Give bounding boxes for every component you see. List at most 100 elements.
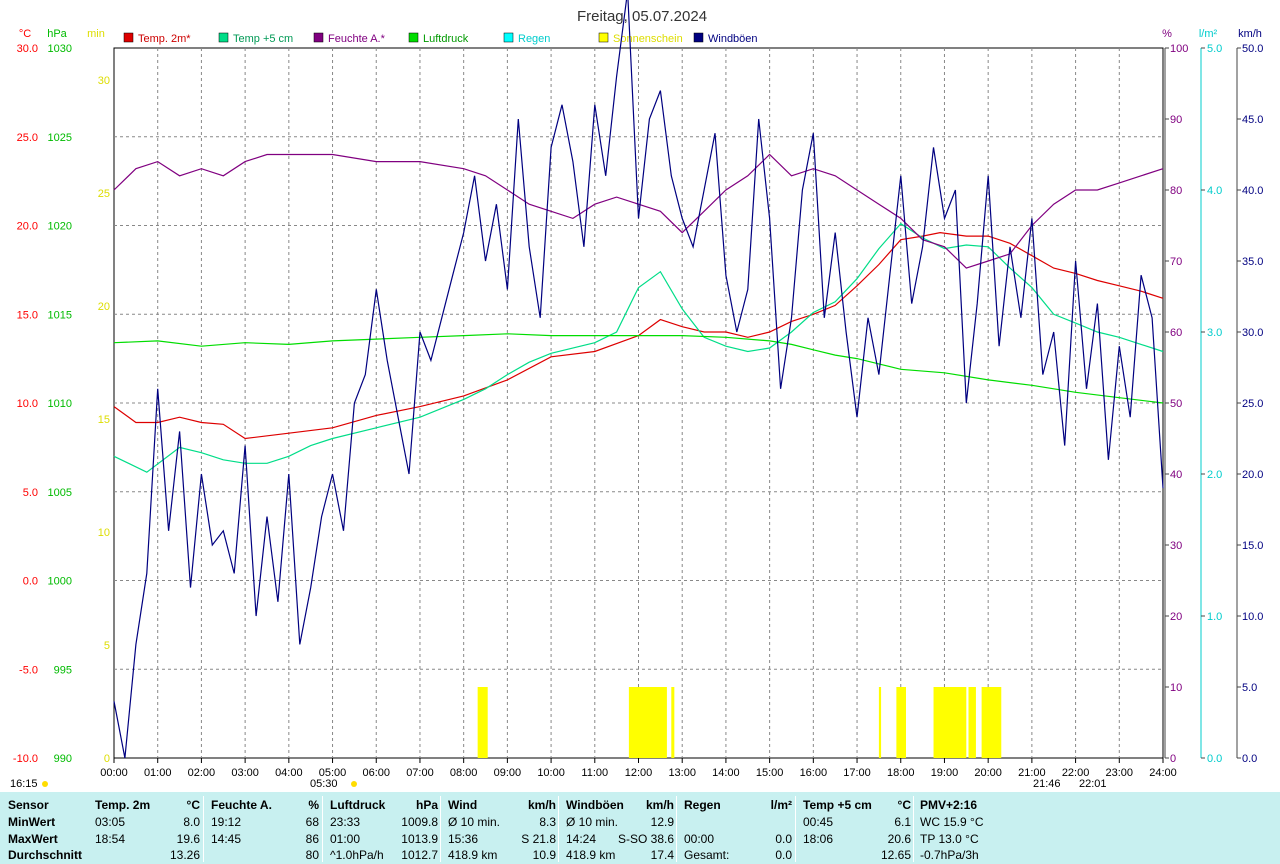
tick-label-pressure: 1010 — [48, 398, 72, 410]
avg-value: 13.26 — [169, 848, 200, 862]
x-tick-label: 12:00 — [625, 767, 653, 779]
tick-label-rain: 3.0 — [1207, 327, 1222, 339]
tick-label-temp: 5.0 — [23, 487, 38, 499]
sun-icon — [351, 781, 357, 787]
tick-label-temp: 25.0 — [17, 132, 38, 144]
tick-label-humidity: 90 — [1170, 114, 1182, 126]
max-value: 86 — [305, 832, 319, 846]
tick-label-temp: 20.0 — [17, 221, 38, 233]
tick-label-rain: 4.0 — [1207, 185, 1222, 197]
legend-label: Sonnenschein — [613, 33, 683, 45]
sunshine-bar — [671, 687, 675, 758]
x-tick-label: 02:00 — [188, 767, 216, 779]
min-value: 1009.8 — [401, 815, 438, 829]
x-tick-label: 10:00 — [537, 767, 565, 779]
x-tick-label: 20:00 — [974, 767, 1002, 779]
tick-label-humidity: 80 — [1170, 185, 1182, 197]
x-tick-label: 00:00 — [100, 767, 128, 779]
tick-label-humidity: 40 — [1170, 469, 1182, 481]
moon-time-label: 05:30 — [310, 778, 338, 790]
sunshine-bar — [896, 687, 906, 758]
tick-label-wind: 5.0 — [1242, 682, 1257, 694]
avg-value: 1012.7 — [401, 848, 438, 862]
sunshine-bar — [878, 687, 882, 758]
tick-label-humidity: 60 — [1170, 327, 1182, 339]
x-tick-label: 03:00 — [231, 767, 259, 779]
column-separator — [676, 796, 677, 862]
weather-chart: Freitag, 05.07.2024 Temp. 2m* Temp +5 cm F… — [0, 0, 1280, 792]
x-tick-label: 18:00 — [887, 767, 915, 779]
legend-label: Temp +5 cm — [233, 33, 293, 45]
legend-swatch — [313, 32, 324, 43]
min-value: 6.1 — [894, 815, 911, 829]
sunshine-bar — [968, 687, 976, 758]
x-tick-label: 08:00 — [450, 767, 478, 779]
legend-swatch — [503, 32, 514, 43]
avg-label: -0.7hPa/3h — [920, 848, 979, 862]
tick-label-wind: 20.0 — [1242, 469, 1263, 481]
x-tick-label: 06:00 — [362, 767, 390, 779]
tick-label-sun_min: 0 — [104, 753, 110, 765]
tick-label-wind: 25.0 — [1242, 398, 1263, 410]
tick-label-rain: 0.0 — [1207, 753, 1222, 765]
max-value: 19.6 — [176, 832, 200, 846]
x-tick-label: 09:00 — [494, 767, 522, 779]
row-label: MaxWert — [8, 832, 58, 846]
tick-label-temp: -10.0 — [13, 753, 38, 765]
sunshine-bar — [628, 687, 667, 758]
sunset-time-label: 22:01 — [1079, 778, 1107, 790]
tick-label-temp: 15.0 — [17, 309, 38, 321]
max-label: TP 13.0 °C — [920, 832, 979, 846]
legend-swatch — [218, 32, 229, 43]
column-separator — [440, 796, 441, 862]
tick-label-pressure: 1020 — [48, 221, 72, 233]
tick-label-humidity: 100 — [1170, 43, 1188, 55]
legend-swatch — [123, 32, 134, 43]
max-value: 20.6 — [887, 832, 911, 846]
tick-label-wind: 35.0 — [1242, 256, 1263, 268]
tick-label-temp: 10.0 — [17, 398, 38, 410]
column-separator — [322, 796, 323, 862]
tick-label-humidity: 50 — [1170, 398, 1182, 410]
legend-label: Luftdruck — [423, 33, 469, 45]
avg-value: 17.4 — [650, 848, 674, 862]
column-unit: °C — [186, 798, 200, 812]
x-tick-label: 24:00 — [1149, 767, 1177, 779]
min-value: 8.0 — [183, 815, 200, 829]
column-separator — [558, 796, 559, 862]
tick-label-sun_min: 5 — [104, 640, 110, 652]
x-tick-label: 04:00 — [275, 767, 303, 779]
axis-unit-rain: l/m² — [1199, 28, 1218, 40]
tick-label-wind: 30.0 — [1242, 327, 1263, 339]
tick-label-wind: 0.0 — [1242, 753, 1257, 765]
row-label: MinWert — [8, 815, 56, 829]
max-value: S 21.8 — [521, 832, 556, 846]
tick-label-humidity: 10 — [1170, 682, 1182, 694]
tick-label-rain: 5.0 — [1207, 43, 1222, 55]
sunshine-bar — [477, 687, 488, 758]
sun-icon — [42, 781, 48, 787]
column-unit: km/h — [645, 798, 674, 812]
tick-label-wind: 45.0 — [1242, 114, 1263, 126]
tick-label-pressure: 1025 — [48, 132, 72, 144]
x-tick-label: 23:00 — [1106, 767, 1134, 779]
x-tick-label: 17:00 — [843, 767, 871, 779]
tick-label-sun_min: 25 — [98, 188, 110, 200]
tick-label-temp: 0.0 — [23, 576, 38, 588]
legend-label: Regen — [518, 33, 550, 45]
tick-label-pressure: 1030 — [48, 43, 72, 55]
column-title: PMV+2:16 — [920, 798, 978, 812]
statistics-table: Sensor MinWert MaxWert Durchschnitt Temp. 2m… — [0, 792, 1280, 864]
tick-label-sun_min: 30 — [98, 75, 110, 87]
x-tick-label: 15:00 — [756, 767, 784, 779]
chart-title: Freitag, 05.07.2024 — [577, 8, 707, 25]
axis-unit-temp: °C — [19, 28, 31, 40]
column-unit: l/m² — [770, 798, 792, 812]
row-label: Sensor — [8, 798, 49, 812]
tick-label-wind: 50.0 — [1242, 43, 1263, 55]
tick-label-pressure: 1005 — [48, 487, 72, 499]
tick-label-sun_min: 20 — [98, 301, 110, 313]
tick-label-pressure: 1015 — [48, 309, 72, 321]
column-separator — [203, 796, 204, 862]
sunset-pair-label: 21:46 — [1033, 778, 1061, 790]
